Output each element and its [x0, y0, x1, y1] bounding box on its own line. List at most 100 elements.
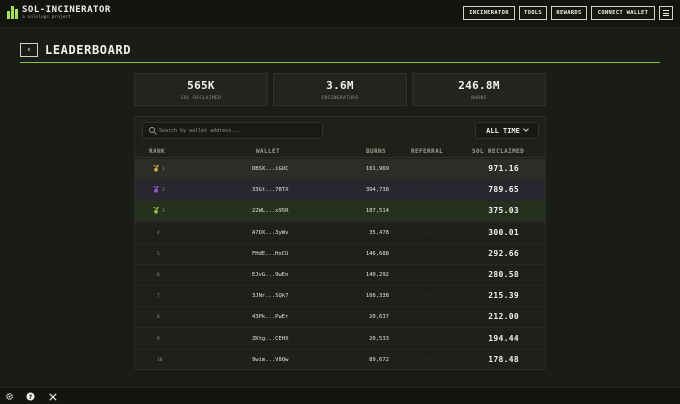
referral-value: - [428, 250, 432, 257]
rank-value: 3 [162, 209, 165, 215]
table-row[interactable]: 6 EJvG...9wEn 140,292 - 280.58 [135, 265, 545, 286]
hamburger-menu-icon[interactable] [659, 6, 673, 20]
burns-value: 35,478 [369, 229, 389, 236]
sol-reclaimed-value: 194.44 [488, 333, 519, 343]
wallet-address[interactable]: FHdE...HxCU [252, 251, 288, 257]
brand-title[interactable]: SOL-INCINERATOR [22, 5, 111, 15]
referral-value: - [428, 208, 432, 215]
sol-reclaimed-value: 375.03 [488, 206, 519, 216]
top-bar: SOL-INCINERATOR a solslugs project INCIN… [0, 0, 680, 28]
table-row[interactable]: 10 9wim...V8Qw 89,672 - 178.48 [135, 350, 545, 369]
title-divider [20, 62, 660, 63]
stat-label: INCINERATORS [321, 96, 359, 101]
rank-value: 9 [157, 336, 160, 342]
wallet-address[interactable]: EJvG...9wEn [252, 272, 288, 278]
sol-reclaimed-value: 280.58 [488, 270, 519, 279]
header-referral: REFERRAL [411, 148, 444, 155]
referral-value: - [428, 187, 432, 194]
page-title: LEADERBOARD [45, 43, 132, 57]
gear-icon[interactable] [4, 391, 15, 402]
table-row[interactable]: 5 FHdE...HxCU 146,688 - 292.66 [135, 244, 545, 265]
wallet-address[interactable]: 43Pk...PwEr [252, 314, 288, 320]
sol-reclaimed-value: 178.48 [488, 354, 519, 364]
wallet-address[interactable]: 22WL...x95R [252, 208, 288, 214]
chevron-down-icon [523, 126, 529, 132]
referral-value: - [428, 335, 432, 342]
header-wallet: WALLET [256, 148, 281, 155]
wallet-address[interactable]: DBSX...iGUC [252, 166, 288, 172]
sol-reclaimed-value: 971.16 [488, 164, 519, 173]
stat-value: 3.6M [326, 79, 354, 92]
rank-value: 7 [157, 294, 160, 300]
wallet-address[interactable]: ZKtg...CEHX [252, 336, 288, 342]
help-icon[interactable]: ? [25, 391, 36, 402]
referral-value: - [428, 229, 432, 236]
header-rank: RANK [149, 148, 166, 155]
search-icon [149, 127, 155, 133]
stat-value: 246.8M [458, 79, 500, 92]
table-row[interactable]: 1 DBSX...iGUC 101,969 - 971.16 [135, 159, 545, 180]
referral-value: - [428, 314, 432, 321]
stat-value: 565K [187, 79, 215, 92]
referral-value: - [428, 272, 432, 278]
rank-value: 8 [157, 315, 160, 321]
search-box[interactable] [142, 122, 323, 139]
referral-value: - [428, 293, 432, 300]
stat-incinerators: 3.6M INCINERATORS [273, 73, 407, 106]
referral-value: - [428, 356, 432, 363]
wallet-address[interactable]: 9wim...V8Qw [252, 357, 288, 363]
rewards-nav-button[interactable]: REWARDS [551, 6, 587, 20]
table-row[interactable]: 7 3JNr...SQk7 108,338 - 215.39 [135, 286, 545, 308]
rank-value: 4 [157, 230, 160, 236]
time-range-dropdown[interactable]: ALL TIME [475, 122, 539, 139]
wallet-address[interactable]: 3JNr...SQk7 [252, 293, 288, 299]
wallet-address[interactable]: A7DX...3yWv [252, 230, 288, 236]
rank-value: 10 [157, 357, 163, 363]
leaderboard-panel: ALL TIME RANK WALLET BURNS REFERRAL SOL … [134, 116, 546, 370]
sol-reclaimed-value: 300.01 [488, 227, 519, 237]
stat-burns: 246.8M BURNS [412, 73, 546, 106]
svg-text:?: ? [29, 394, 33, 401]
time-range-value: ALL TIME [486, 126, 520, 135]
medal-icon [153, 165, 159, 172]
stat-sol-reclaimed: 565K SOL RECLAIMED [134, 73, 268, 106]
connect-wallet-button[interactable]: CONNECT WALLET [591, 6, 655, 20]
table-row[interactable]: 9 ZKtg...CEHX 20,533 - 194.44 [135, 329, 545, 350]
burns-value: 140,292 [365, 272, 389, 278]
burns-value: 146,688 [365, 250, 389, 257]
table-header: RANK WALLET BURNS REFERRAL SOL RECLAIMED [135, 145, 545, 158]
sol-reclaimed-value: 789.65 [488, 185, 519, 195]
table-row[interactable]: 8 43Pk...PwEr 20,637 - 212.00 [135, 307, 545, 329]
logo-icon[interactable] [7, 6, 19, 19]
x-logo-icon[interactable] [47, 391, 58, 402]
burns-value: 89,672 [369, 356, 389, 363]
sol-reclaimed-value: 215.39 [488, 291, 519, 301]
burns-value: 20,533 [369, 335, 389, 342]
rank-value: 5 [157, 251, 160, 257]
stat-label: SOL RECLAIMED [180, 96, 222, 101]
header-sol-reclaimed: SOL RECLAIMED [472, 148, 525, 155]
rank-value: 1 [162, 167, 165, 172]
brand-subtitle: a solslugs project [22, 15, 71, 20]
burns-value: 101,969 [365, 166, 389, 172]
table-row[interactable]: 3 22WL...x95R 187,514 - 375.03 [135, 201, 545, 223]
incinerator-nav-button[interactable]: INCINERATOR [463, 6, 515, 20]
arrow-left-icon: ‹ [26, 45, 32, 55]
sol-reclaimed-value: 292.66 [488, 248, 519, 258]
referral-value: - [428, 166, 432, 172]
burns-value: 394,738 [365, 187, 389, 194]
rank-value: 6 [157, 273, 160, 278]
footer-bar: ? [0, 387, 680, 404]
burns-value: 187,514 [365, 208, 389, 215]
search-input[interactable] [159, 125, 319, 136]
wallet-address[interactable]: 33Gt...7BTX [252, 187, 288, 193]
medal-icon [153, 207, 159, 215]
table-row[interactable]: 4 A7DX...3yWv 35,478 - 300.01 [135, 223, 545, 244]
stat-label: BURNS [471, 96, 487, 101]
header-burns: BURNS [366, 148, 387, 155]
table-row[interactable]: 2 33Gt...7BTX 394,738 - 789.65 [135, 180, 545, 202]
tools-nav-button[interactable]: TOOLS [519, 6, 547, 20]
back-button[interactable]: ‹ [20, 43, 38, 57]
medal-icon [153, 186, 159, 193]
burns-value: 20,637 [369, 314, 389, 321]
